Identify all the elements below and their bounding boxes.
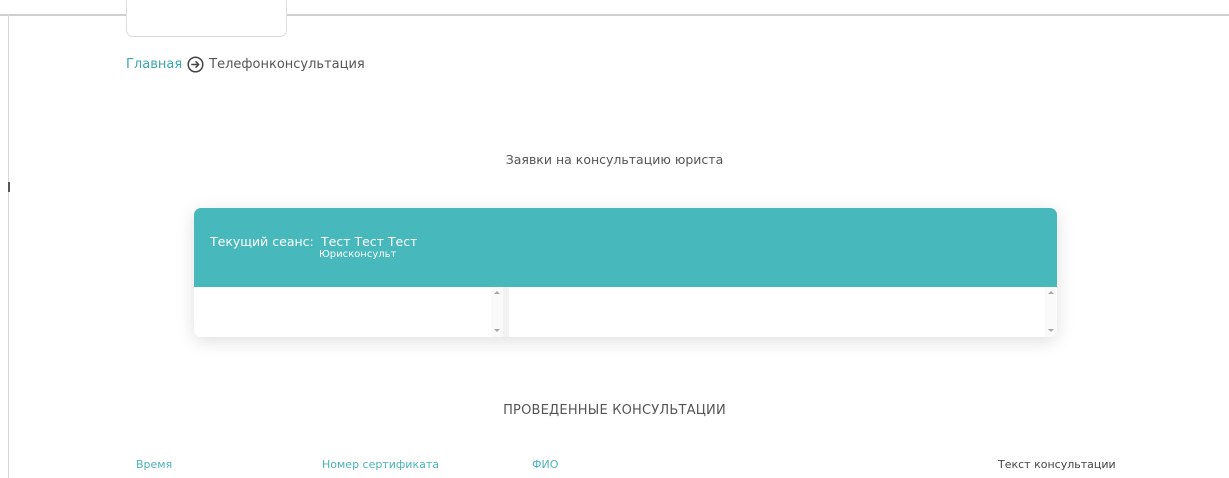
left-pane-scrollbar[interactable] [491,287,503,337]
column-header-name[interactable]: ФИО [532,458,558,471]
session-header: Текущий сеанс: Тест Тест Тест Юрисконсул… [194,208,1057,287]
column-header-text: Текст консультации [998,458,1116,471]
breadcrumb: Главная Телефонконсультация [126,53,365,75]
scroll-up-arrow-icon[interactable] [494,291,500,294]
scroll-down-arrow-icon[interactable] [494,329,500,332]
history-title: ПРОВЕДЕННЫЕ КОНСУЛЬТАЦИИ [503,403,726,418]
requests-title: Заявки на консультацию юриста [505,152,724,167]
session-left-pane[interactable] [194,287,503,337]
session-user-name: Тест Тест Тест [321,234,418,249]
session-right-pane[interactable] [509,287,1057,337]
left-border-mark [8,182,10,192]
session-user-role: Юрисконсульт [319,249,397,260]
scroll-down-arrow-icon[interactable] [1048,329,1054,332]
breadcrumb-home-link[interactable]: Главная [126,57,182,72]
top-tab[interactable] [126,0,287,37]
session-label: Текущий сеанс: [210,234,314,249]
right-pane-scrollbar[interactable] [1045,287,1057,337]
current-session-card: Текущий сеанс: Тест Тест Тест Юрисконсул… [194,208,1057,337]
column-header-time[interactable]: Время [136,458,172,471]
scroll-up-arrow-icon[interactable] [1048,291,1054,294]
breadcrumb-current: Телефонконсультация [209,56,365,72]
column-header-certificate[interactable]: Номер сертификата [322,458,439,471]
arrow-circle-right-icon [187,55,204,73]
